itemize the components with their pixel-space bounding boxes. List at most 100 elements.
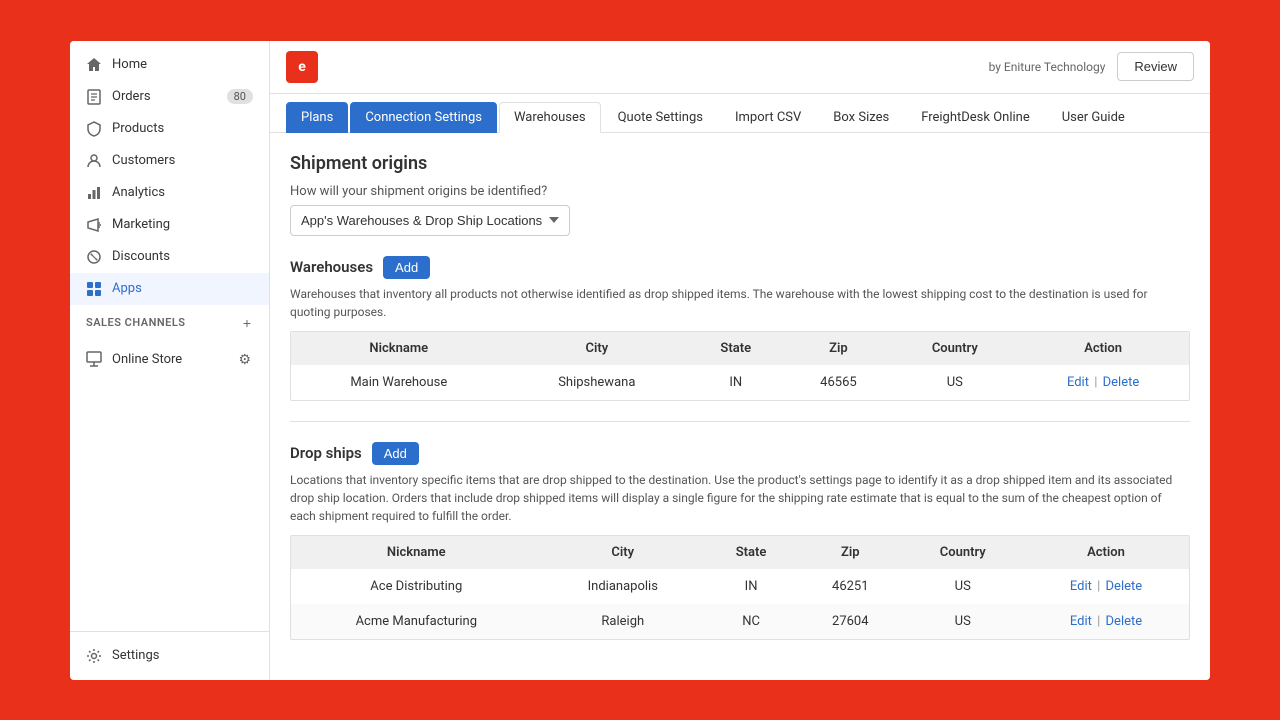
sales-channels-label: SALES CHANNELS [86, 316, 186, 329]
drop-ships-title: Drop ships [290, 444, 362, 462]
drop-ship-edit-link-1[interactable]: Edit [1070, 614, 1092, 629]
drop-ship-nickname-1: Acme Manufacturing [291, 604, 542, 639]
sidebar-label-marketing: Marketing [112, 217, 170, 232]
drop-ships-table-wrapper: Nickname City State Zip Country Action A… [290, 535, 1190, 640]
warehouses-description: Warehouses that inventory all products n… [290, 285, 1190, 321]
drop-ships-col-nickname: Nickname [291, 536, 542, 569]
tabs-bar: Plans Connection Settings Warehouses Quo… [270, 94, 1210, 133]
drop-ships-add-button[interactable]: Add [372, 442, 419, 465]
sales-channels-header: SALES CHANNELS + [70, 305, 269, 341]
drop-ships-col-state: State [704, 536, 798, 569]
content-area: Shipment origins How will your shipment … [270, 133, 1210, 680]
sidebar-footer: Settings [70, 631, 269, 680]
drop-ship-edit-link-0[interactable]: Edit [1070, 579, 1092, 594]
sidebar-nav: Home Orders 80 Products Customers [70, 41, 269, 631]
sidebar-label-orders: Orders [112, 89, 151, 104]
sidebar-item-orders[interactable]: Orders 80 [70, 81, 269, 113]
analytics-icon [86, 185, 102, 201]
orders-icon [86, 89, 102, 105]
warehouse-nickname: Main Warehouse [291, 365, 507, 400]
marketing-icon [86, 217, 102, 233]
tab-plans[interactable]: Plans [286, 102, 348, 133]
drop-ship-actions-1: Edit | Delete [1023, 604, 1189, 639]
drop-ship-country-1: US [902, 604, 1023, 639]
drop-ship-city-0: Indianapolis [542, 569, 704, 604]
add-sales-channel-button[interactable]: + [241, 313, 253, 333]
warehouses-col-state: State [687, 332, 784, 365]
drop-ships-col-action: Action [1023, 536, 1189, 569]
sidebar-item-customers[interactable]: Customers [70, 145, 269, 177]
drop-ship-city-1: Raleigh [542, 604, 704, 639]
drop-ships-col-country: Country [902, 536, 1023, 569]
apps-icon [86, 281, 102, 297]
warehouses-title: Warehouses [290, 258, 373, 276]
drop-ships-col-zip: Zip [798, 536, 902, 569]
online-store-settings-icon[interactable]: ⚙ [236, 349, 253, 370]
warehouses-col-country: Country [892, 332, 1017, 365]
drop-ship-state-1: NC [704, 604, 798, 639]
drop-ships-table: Nickname City State Zip Country Action A… [291, 536, 1189, 639]
shipment-origins-title: Shipment origins [290, 153, 1190, 174]
table-row: Acme Manufacturing Raleigh NC 27604 US E… [291, 604, 1189, 639]
sidebar-item-online-store[interactable]: Online Store ⚙ [70, 341, 269, 378]
store-icon [86, 351, 102, 367]
products-icon [86, 121, 102, 137]
tab-user-guide[interactable]: User Guide [1047, 102, 1140, 133]
drop-ship-delete-link-1[interactable]: Delete [1106, 614, 1143, 629]
drop-ship-nickname-0: Ace Distributing [291, 569, 542, 604]
discounts-icon [86, 249, 102, 265]
table-row: Main Warehouse Shipshewana IN 46565 US E… [291, 365, 1189, 400]
sidebar-label-online-store: Online Store [112, 352, 182, 367]
warehouse-country: US [892, 365, 1017, 400]
review-button[interactable]: Review [1117, 52, 1194, 81]
drop-ships-col-city: City [542, 536, 704, 569]
tab-connection-settings[interactable]: Connection Settings [350, 102, 497, 133]
sidebar-label-products: Products [112, 121, 164, 136]
warehouse-edit-link[interactable]: Edit [1067, 375, 1089, 390]
warehouses-add-button[interactable]: Add [383, 256, 430, 279]
warehouses-col-nickname: Nickname [291, 332, 507, 365]
sidebar-label-settings: Settings [112, 648, 159, 663]
home-icon [86, 57, 102, 73]
logo-area: e [286, 51, 318, 83]
brand-byline: by Eniture Technology [989, 60, 1106, 74]
sidebar-label-home: Home [112, 57, 147, 72]
tab-freightdesk-online[interactable]: FreightDesk Online [906, 102, 1045, 133]
section-divider [290, 421, 1190, 422]
sidebar-label-apps: Apps [112, 281, 142, 296]
orders-badge: 80 [227, 89, 253, 104]
shipment-origins-select[interactable]: App's Warehouses & Drop Ship Locations [290, 205, 570, 236]
tab-quote-settings[interactable]: Quote Settings [603, 102, 718, 133]
main-content: e by Eniture Technology Review Plans Con… [270, 41, 1210, 680]
sidebar-item-discounts[interactable]: Discounts [70, 241, 269, 273]
sidebar-item-analytics[interactable]: Analytics [70, 177, 269, 209]
warehouse-delete-link[interactable]: Delete [1103, 375, 1140, 390]
settings-icon [86, 648, 102, 664]
drop-ships-header: Drop ships Add [290, 442, 1190, 465]
drop-ship-zip-1: 27604 [798, 604, 902, 639]
drop-ship-delete-link-0[interactable]: Delete [1106, 579, 1143, 594]
tab-warehouses[interactable]: Warehouses [499, 102, 601, 133]
tab-box-sizes[interactable]: Box Sizes [818, 102, 904, 133]
warehouses-header: Warehouses Add [290, 256, 1190, 279]
table-row: Ace Distributing Indianapolis IN 46251 U… [291, 569, 1189, 604]
top-bar: e by Eniture Technology Review [270, 41, 1210, 94]
warehouses-col-action: Action [1017, 332, 1189, 365]
sidebar-item-home[interactable]: Home [70, 49, 269, 81]
warehouses-col-city: City [507, 332, 687, 365]
sidebar-label-customers: Customers [112, 153, 175, 168]
warehouse-state: IN [687, 365, 784, 400]
sidebar-item-apps[interactable]: Apps [70, 273, 269, 305]
sidebar: Home Orders 80 Products Customers [70, 41, 270, 680]
sidebar-item-settings[interactable]: Settings [86, 642, 253, 670]
app-logo: e [286, 51, 318, 83]
warehouse-city: Shipshewana [507, 365, 687, 400]
warehouse-actions: Edit | Delete [1017, 365, 1189, 400]
drop-ship-actions-0: Edit | Delete [1023, 569, 1189, 604]
sidebar-label-discounts: Discounts [112, 249, 170, 264]
warehouses-col-zip: Zip [784, 332, 892, 365]
tab-import-csv[interactable]: Import CSV [720, 102, 816, 133]
sidebar-item-products[interactable]: Products [70, 113, 269, 145]
sidebar-item-marketing[interactable]: Marketing [70, 209, 269, 241]
drop-ships-description: Locations that inventory specific items … [290, 471, 1190, 525]
